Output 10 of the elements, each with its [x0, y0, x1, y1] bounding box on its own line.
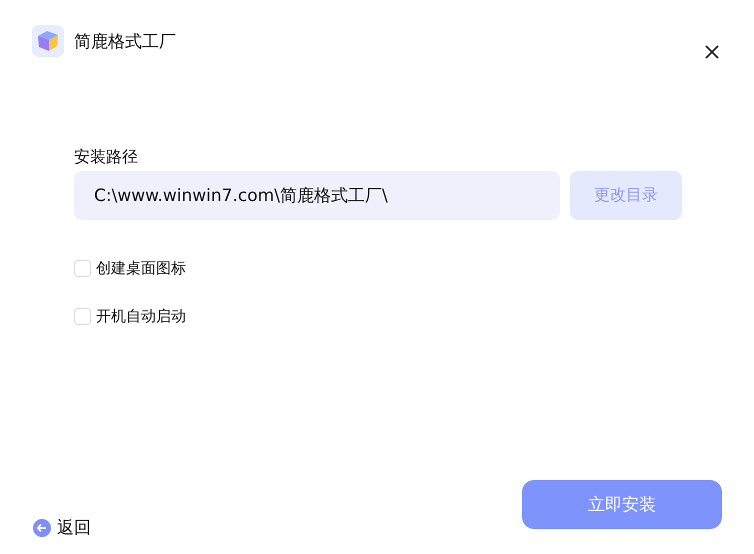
option-label: 创建桌面图标	[96, 258, 186, 278]
close-icon[interactable]	[704, 44, 720, 60]
option-label: 开机自动启动	[96, 306, 186, 326]
path-field[interactable]: C:\www.winwin7.com\简鹿格式工厂\	[74, 171, 560, 220]
checkbox[interactable]	[74, 260, 91, 276]
path-label: 安装路径	[74, 146, 139, 168]
checkbox[interactable]	[74, 308, 91, 324]
back-link[interactable]: 返回	[33, 516, 91, 539]
app-logo-icon	[32, 25, 64, 57]
window-title: 简鹿格式工厂	[74, 30, 177, 52]
